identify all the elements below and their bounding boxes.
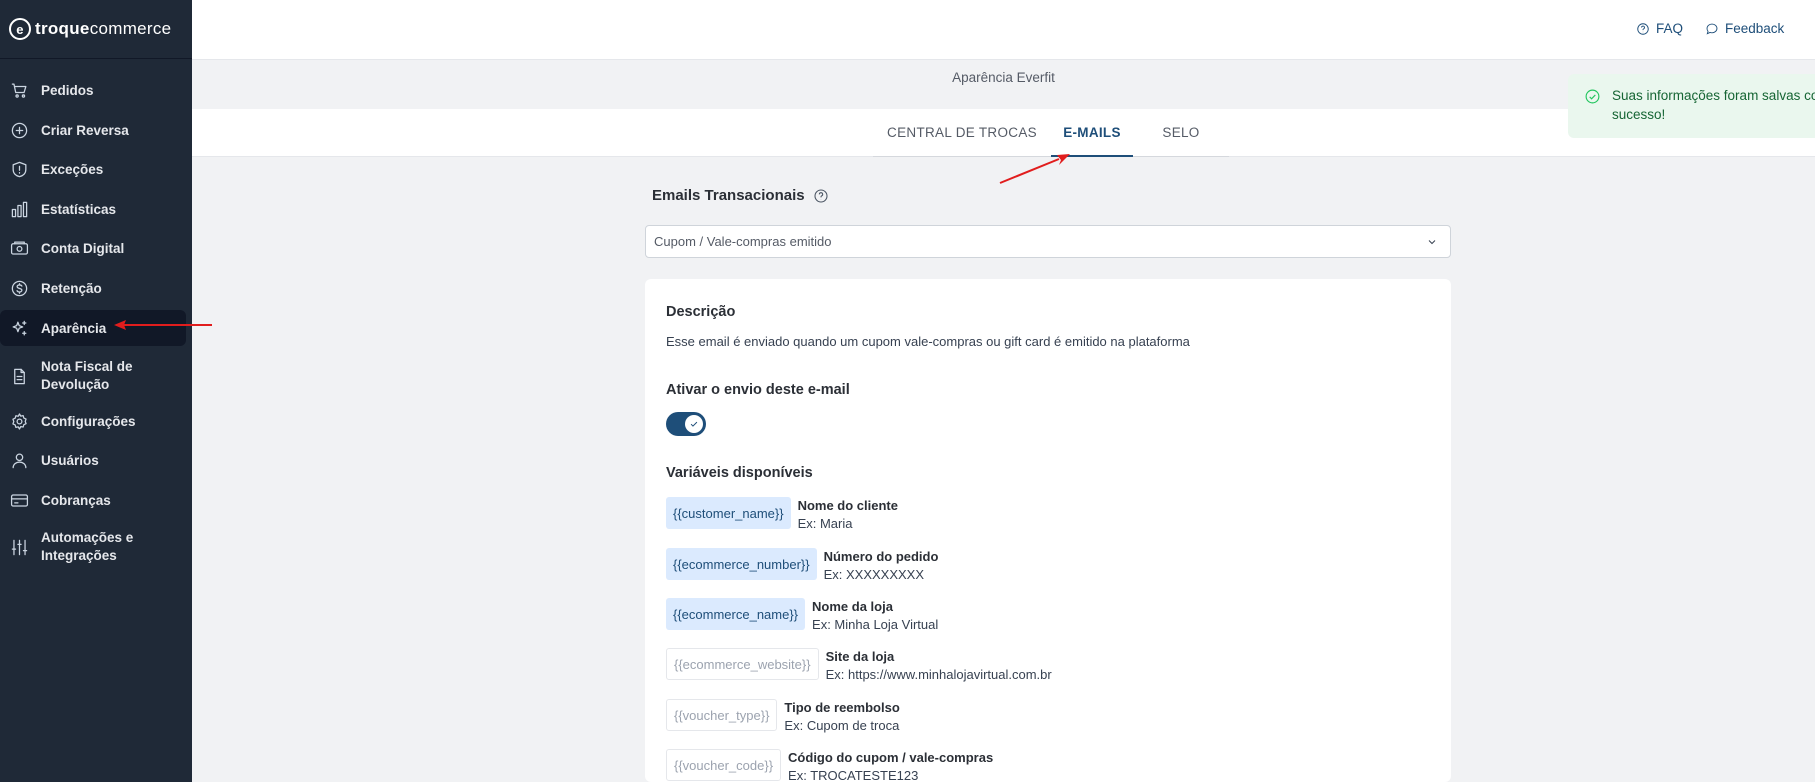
variable-example: Ex: Cupom de troca [784, 718, 900, 733]
sparkles-icon [9, 318, 29, 338]
variable-example: Ex: Minha Loja Virtual [812, 617, 939, 632]
variable-token[interactable]: {{voucher_code}} [666, 749, 782, 781]
logo-mark-icon: e [9, 18, 31, 40]
sidebar-item-pedidos[interactable]: Pedidos [0, 78, 186, 102]
sidebar-item-label: Retenção [41, 280, 102, 296]
sidebar-item-automacoes[interactable]: Automações e Integrações [0, 527, 186, 567]
help-circle-icon[interactable] [813, 188, 829, 204]
variable-title: Código do cupom / vale-compras [788, 750, 994, 765]
sidebar-item-label: Pedidos [41, 82, 94, 98]
success-toast[interactable]: Suas informações foram salvas co sucesso… [1568, 74, 1815, 138]
sidebar-item-cobrancas[interactable]: Cobranças [0, 488, 186, 512]
sidebar-item-usuarios[interactable]: Usuários [0, 448, 186, 472]
sidebar-item-label: Nota Fiscal de Devolução [41, 359, 133, 392]
logo-text-bold: troque [35, 19, 90, 38]
plus-circle-icon [9, 120, 29, 140]
sidebar-item-label: Aparência [41, 320, 107, 336]
variable-example: Ex: https://www.minhalojavirtual.com.br [825, 667, 1052, 682]
shield-alert-icon [9, 159, 29, 179]
variable-title: Nome do cliente [797, 498, 898, 513]
file-icon [9, 366, 29, 386]
variable-title: Nome da loja [812, 599, 893, 614]
sidebar-item-estatisticas[interactable]: Estatísticas [0, 197, 186, 221]
logo-text: commerce [89, 19, 172, 38]
tab-central-de-trocas[interactable]: CENTRAL DE TROCAS [873, 109, 1051, 157]
variable-row: {{customer_name}} Nome do cliente Ex: Ma… [666, 497, 898, 533]
sidebar-item-label: Configurações [41, 413, 136, 429]
sidebar-item-label: Estatísticas [41, 201, 117, 217]
variable-title: Site da loja [825, 649, 895, 664]
check-circle-icon [1584, 88, 1601, 105]
variable-token[interactable]: {{customer_name}} [666, 497, 791, 529]
variable-example: Ex: Maria [797, 516, 853, 531]
variable-row: {{voucher_type}} Tipo de reembolso Ex: C… [666, 699, 900, 735]
sidebar-item-label: Cobranças [41, 492, 111, 508]
top-bar: FAQ Feedback [192, 0, 1815, 60]
sidebar-item-excecoes[interactable]: Exceções [0, 157, 186, 181]
variable-info: Número do pedido Ex: XXXXXXXXX [824, 548, 939, 584]
faq-label: FAQ [1656, 21, 1684, 36]
variable-token[interactable]: {{voucher_type}} [666, 699, 778, 731]
sidebar-item-label: Criar Reversa [41, 122, 129, 138]
email-settings-card: Descrição Esse email é enviado quando um… [645, 279, 1451, 782]
description-text: Esse email é enviado quando um cupom val… [666, 334, 1190, 349]
sidebar: e troque commerce Pedidos Criar Reversa … [0, 0, 192, 782]
variable-row: {{voucher_code}} Código do cupom / vale-… [666, 749, 993, 782]
variable-row: {{ecommerce_number}} Número do pedido Ex… [666, 548, 938, 584]
user-icon [9, 450, 29, 470]
variables-title: Variáveis disponíveis [666, 465, 813, 481]
feedback-label: Feedback [1725, 21, 1785, 36]
variable-token[interactable]: {{ecommerce_number}} [666, 548, 817, 580]
section-title: Emails Transacionais [652, 187, 829, 204]
sidebar-item-label: Automações e Integrações [41, 530, 134, 563]
chat-bubble-icon [1706, 23, 1718, 35]
sidebar-item-label: Exceções [41, 161, 104, 177]
check-icon [685, 415, 703, 433]
variable-info: Tipo de reembolso Ex: Cupom de troca [784, 699, 899, 735]
section-title-text: Emails Transacionais [652, 187, 805, 204]
variable-info: Site da loja Ex: https://www.minhalojavi… [826, 648, 1052, 684]
credit-card-icon [9, 490, 29, 510]
sidebar-item-label: Usuários [41, 452, 99, 468]
email-type-select-value: Cupom / Vale-compras emitido [654, 234, 832, 249]
gear-icon [9, 411, 29, 431]
variable-example: Ex: XXXXXXXXX [823, 567, 925, 582]
variable-example: Ex: TROCATESTE123 [788, 768, 919, 782]
faq-link[interactable]: FAQ [1636, 21, 1683, 36]
chevron-down-icon [1426, 236, 1438, 248]
feedback-link[interactable]: Feedback [1705, 21, 1784, 36]
sidebar-item-aparencia[interactable]: Aparência [0, 310, 186, 346]
variable-info: Nome do cliente Ex: Maria [798, 497, 898, 533]
variable-row: {{ecommerce_website}} Site da loja Ex: h… [666, 648, 1052, 684]
help-circle-icon [1637, 22, 1649, 35]
sidebar-item-conta-digital[interactable]: Conta Digital [0, 236, 186, 260]
toggle-title: Ativar o envio deste e-mail [666, 382, 850, 398]
sidebar-item-criar-reversa[interactable]: Criar Reversa [0, 118, 186, 142]
enable-email-toggle[interactable] [666, 412, 706, 436]
variable-row: {{ecommerce_name}} Nome da loja Ex: Minh… [666, 598, 938, 634]
sidebar-item-configuracoes[interactable]: Configurações [0, 409, 186, 433]
variable-info: Nome da loja Ex: Minha Loja Virtual [812, 598, 938, 634]
description-title: Descrição [666, 304, 736, 320]
variable-title: Número do pedido [823, 549, 939, 564]
app-logo[interactable]: e troque commerce [0, 0, 192, 59]
variable-title: Tipo de reembolso [784, 700, 900, 715]
sidebar-item-retencao[interactable]: Retenção [0, 276, 186, 300]
dollar-circle-icon [9, 278, 29, 298]
toast-message-line2: sucesso! [1612, 107, 1666, 122]
variable-info: Código do cupom / vale-compras Ex: TROCA… [788, 749, 993, 782]
sidebar-item-label: Conta Digital [41, 240, 125, 256]
tab-selo[interactable]: SELO [1133, 109, 1229, 157]
cart-icon [9, 80, 29, 100]
tab-e-mails[interactable]: E-MAILS [1051, 109, 1133, 157]
sliders-icon [9, 537, 29, 557]
sidebar-item-nota-fiscal[interactable]: Nota Fiscal de Devolução [0, 356, 186, 396]
variable-token[interactable]: {{ecommerce_name}} [666, 598, 806, 630]
toast-message-line1: Suas informações foram salvas co [1612, 88, 1815, 103]
variable-token[interactable]: {{ecommerce_website}} [666, 648, 819, 680]
email-type-select[interactable]: Cupom / Vale-compras emitido [645, 225, 1451, 258]
bar-chart-icon [9, 199, 29, 219]
banknote-icon [9, 238, 29, 258]
